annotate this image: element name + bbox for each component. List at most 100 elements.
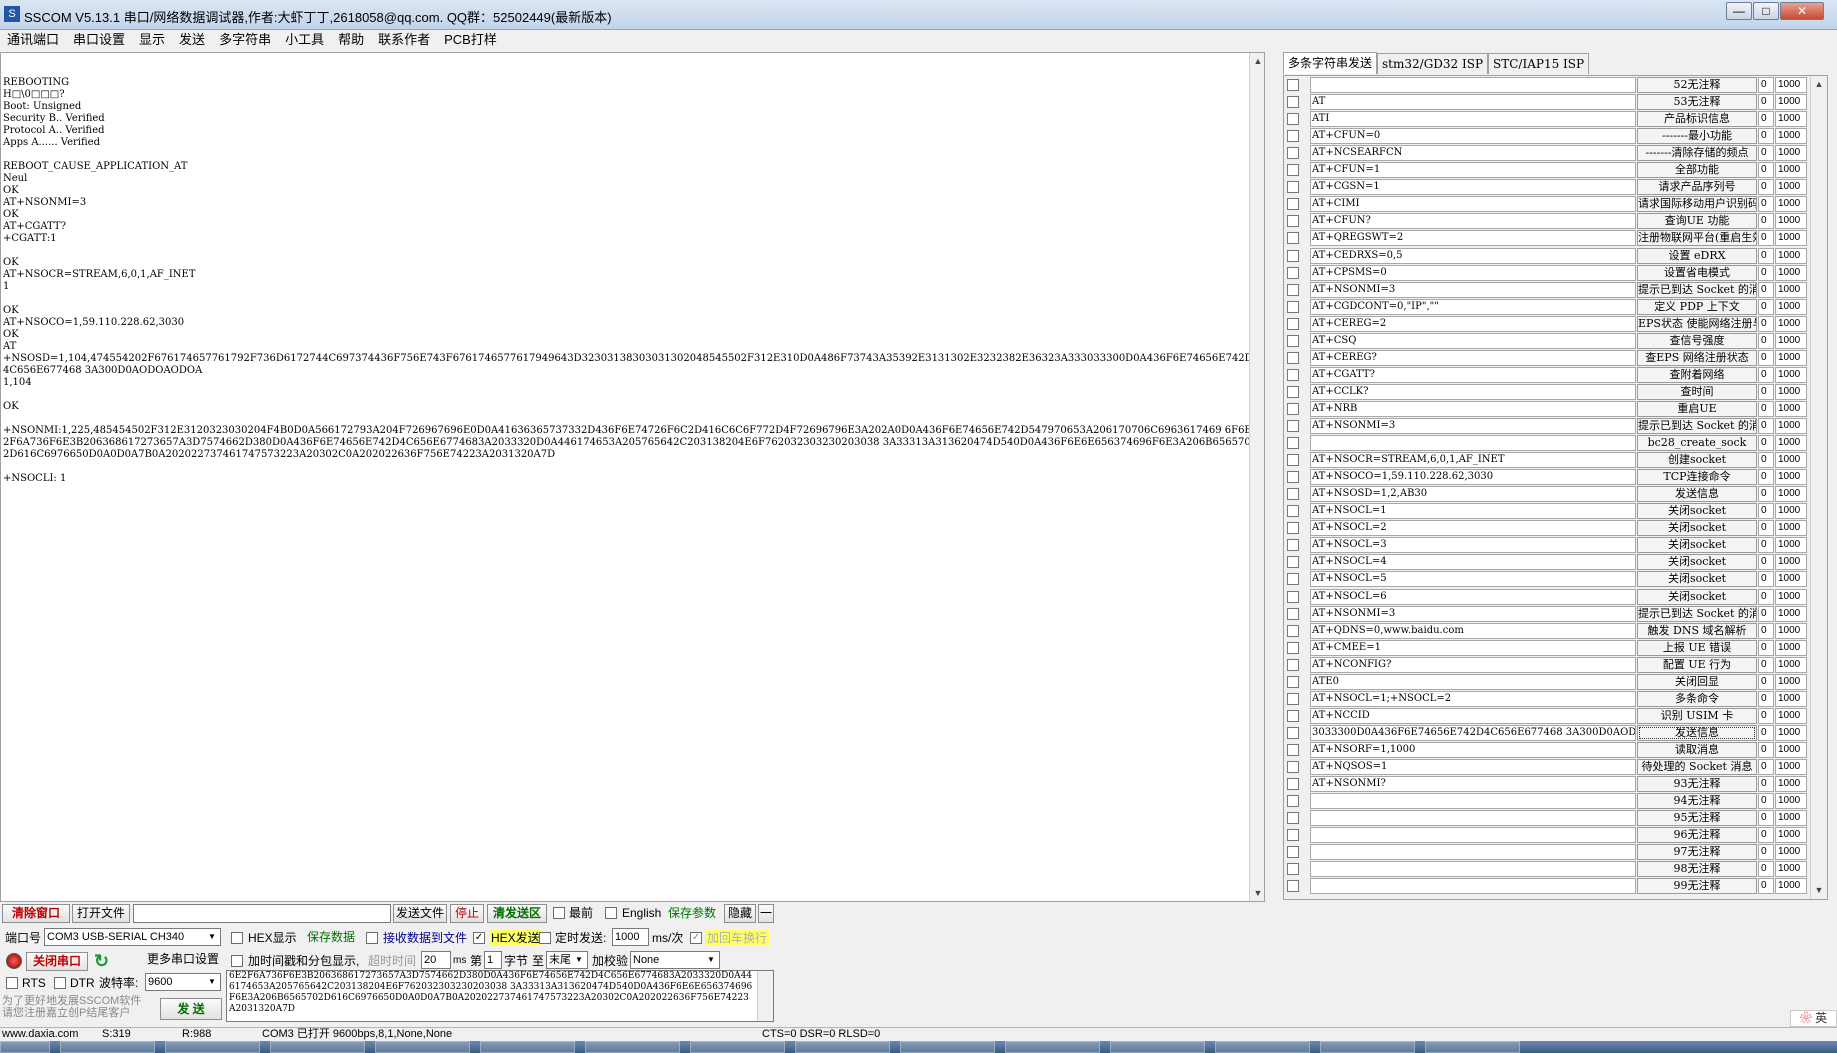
row-send-button[interactable]: 提示已到达 Socket 的消息 [1637, 418, 1757, 434]
row-delay-input[interactable]: 1000 [1775, 401, 1807, 417]
row-order-input[interactable]: 0 [1758, 452, 1774, 468]
row-delay-input[interactable]: 1000 [1775, 213, 1807, 229]
row-order-input[interactable]: 0 [1758, 861, 1774, 877]
taskbar-item[interactable] [795, 1041, 890, 1053]
row-checkbox[interactable] [1287, 79, 1299, 91]
row-command-input[interactable] [1310, 77, 1636, 93]
row-send-button[interactable]: 提示已到达 Socket 的消息 [1637, 606, 1757, 622]
row-checkbox[interactable] [1287, 812, 1299, 824]
row-command-input[interactable]: AT+NRB [1310, 401, 1636, 417]
row-send-button[interactable]: 识别 USIM 卡 [1637, 708, 1757, 724]
row-send-button[interactable]: 发送信息 [1637, 486, 1757, 502]
row-command-input[interactable]: 3033300D0A436F6E74656E742D4C656E677468 3… [1310, 725, 1636, 741]
row-delay-input[interactable]: 1000 [1775, 810, 1807, 826]
row-delay-input[interactable]: 1000 [1775, 725, 1807, 741]
row-command-input[interactable] [1310, 793, 1636, 809]
row-order-input[interactable]: 0 [1758, 503, 1774, 519]
row-order-input[interactable]: 0 [1758, 248, 1774, 264]
row-order-input[interactable]: 0 [1758, 213, 1774, 229]
tab-stc-isp[interactable]: STC/IAP15 ISP [1488, 53, 1590, 74]
taskbar-item[interactable] [1110, 1041, 1205, 1053]
row-command-input[interactable]: AT+NSONMI=3 [1310, 282, 1636, 298]
scroll-down-icon[interactable]: ▼ [1811, 882, 1827, 898]
row-checkbox[interactable] [1287, 96, 1299, 108]
row-command-input[interactable]: AT+CSQ [1310, 333, 1636, 349]
row-command-input[interactable]: AT+NSONMI=3 [1310, 418, 1636, 434]
row-order-input[interactable]: 0 [1758, 316, 1774, 332]
row-checkbox[interactable] [1287, 232, 1299, 244]
row-delay-input[interactable]: 1000 [1775, 128, 1807, 144]
row-delay-input[interactable]: 1000 [1775, 742, 1807, 758]
row-order-input[interactable]: 0 [1758, 554, 1774, 570]
row-order-input[interactable]: 0 [1758, 94, 1774, 110]
row-delay-input[interactable]: 1000 [1775, 265, 1807, 281]
row-checkbox[interactable] [1287, 659, 1299, 671]
row-delay-input[interactable]: 1000 [1775, 657, 1807, 673]
rts-checkbox[interactable] [6, 977, 18, 989]
row-checkbox[interactable] [1287, 471, 1299, 483]
row-checkbox[interactable] [1287, 164, 1299, 176]
row-checkbox[interactable] [1287, 147, 1299, 159]
receive-scrollbar[interactable]: ▲ ▼ [1249, 53, 1264, 901]
row-command-input[interactable]: AT+CGDCONT=0,"IP","" [1310, 299, 1636, 315]
row-command-input[interactable] [1310, 810, 1636, 826]
row-checkbox[interactable] [1287, 386, 1299, 398]
row-command-input[interactable]: AT+CFUN=1 [1310, 162, 1636, 178]
row-delay-input[interactable]: 1000 [1775, 316, 1807, 332]
timestamp-checkbox[interactable] [231, 955, 243, 967]
row-checkbox[interactable] [1287, 437, 1299, 449]
row-send-button[interactable]: 待处理的 Socket 消息 [1637, 759, 1757, 775]
row-delay-input[interactable]: 1000 [1775, 554, 1807, 570]
save-data-button[interactable]: 保存数据 [302, 928, 360, 947]
row-delay-input[interactable]: 1000 [1775, 248, 1807, 264]
end-select[interactable]: 末尾 ▼ [546, 951, 588, 969]
row-checkbox[interactable] [1287, 215, 1299, 227]
row-send-button[interactable]: 96无注释 [1637, 827, 1757, 843]
row-delay-input[interactable]: 1000 [1775, 844, 1807, 860]
taskbar-item[interactable] [480, 1041, 575, 1053]
row-command-input[interactable]: AT+CGSN=1 [1310, 179, 1636, 195]
row-command-input[interactable]: AT+NSONMI=3 [1310, 606, 1636, 622]
scroll-up-icon[interactable]: ▲ [1811, 76, 1827, 92]
menu-help[interactable]: 帮助 [331, 30, 371, 50]
row-order-input[interactable]: 0 [1758, 640, 1774, 656]
row-send-button[interactable]: 上报 UE 错误 [1637, 640, 1757, 656]
row-order-input[interactable]: 0 [1758, 435, 1774, 451]
row-send-button[interactable]: 关闭socket [1637, 520, 1757, 536]
row-command-input[interactable] [1310, 435, 1636, 451]
row-send-button[interactable]: 关闭socket [1637, 537, 1757, 553]
send-button[interactable]: 发 送 [160, 998, 222, 1020]
row-send-button[interactable]: 关闭socket [1637, 503, 1757, 519]
row-delay-input[interactable]: 1000 [1775, 878, 1807, 894]
row-send-button[interactable]: 设置 eDRX [1637, 248, 1757, 264]
row-checkbox[interactable] [1287, 846, 1299, 858]
collapse-button[interactable]: 一 [758, 904, 774, 923]
row-send-button[interactable]: 配置 UE 行为 [1637, 657, 1757, 673]
row-send-button[interactable]: 关闭socket [1637, 589, 1757, 605]
row-checkbox[interactable] [1287, 522, 1299, 534]
row-delay-input[interactable]: 1000 [1775, 486, 1807, 502]
row-order-input[interactable]: 0 [1758, 725, 1774, 741]
row-command-input[interactable]: ATI [1310, 111, 1636, 127]
row-order-input[interactable]: 0 [1758, 230, 1774, 246]
row-checkbox[interactable] [1287, 420, 1299, 432]
row-checkbox[interactable] [1287, 642, 1299, 654]
row-send-button[interactable]: 95无注释 [1637, 810, 1757, 826]
tab-stm32-isp[interactable]: stm32/GD32 ISP [1377, 53, 1489, 74]
menu-contact-author[interactable]: 联系作者 [371, 30, 437, 50]
row-delay-input[interactable]: 1000 [1775, 162, 1807, 178]
row-order-input[interactable]: 0 [1758, 299, 1774, 315]
close-port-button[interactable]: 关闭串口 [26, 952, 88, 971]
minimize-button[interactable]: — [1726, 2, 1752, 20]
row-send-button[interactable]: 产品标识信息 [1637, 111, 1757, 127]
row-delay-input[interactable]: 1000 [1775, 282, 1807, 298]
row-send-button[interactable]: 查附着网络 [1637, 367, 1757, 383]
row-send-button[interactable]: 99无注释 [1637, 878, 1757, 894]
row-send-button[interactable]: 查EPS 网络注册状态 [1637, 350, 1757, 366]
stop-button[interactable]: 停止 [450, 904, 484, 923]
close-window-button[interactable]: ✕ [1780, 2, 1824, 20]
send-file-button[interactable]: 发送文件 [393, 904, 447, 923]
row-send-button[interactable]: 创建socket [1637, 452, 1757, 468]
add-crlf-checkbox[interactable]: ✓ [690, 932, 702, 944]
row-order-input[interactable]: 0 [1758, 810, 1774, 826]
